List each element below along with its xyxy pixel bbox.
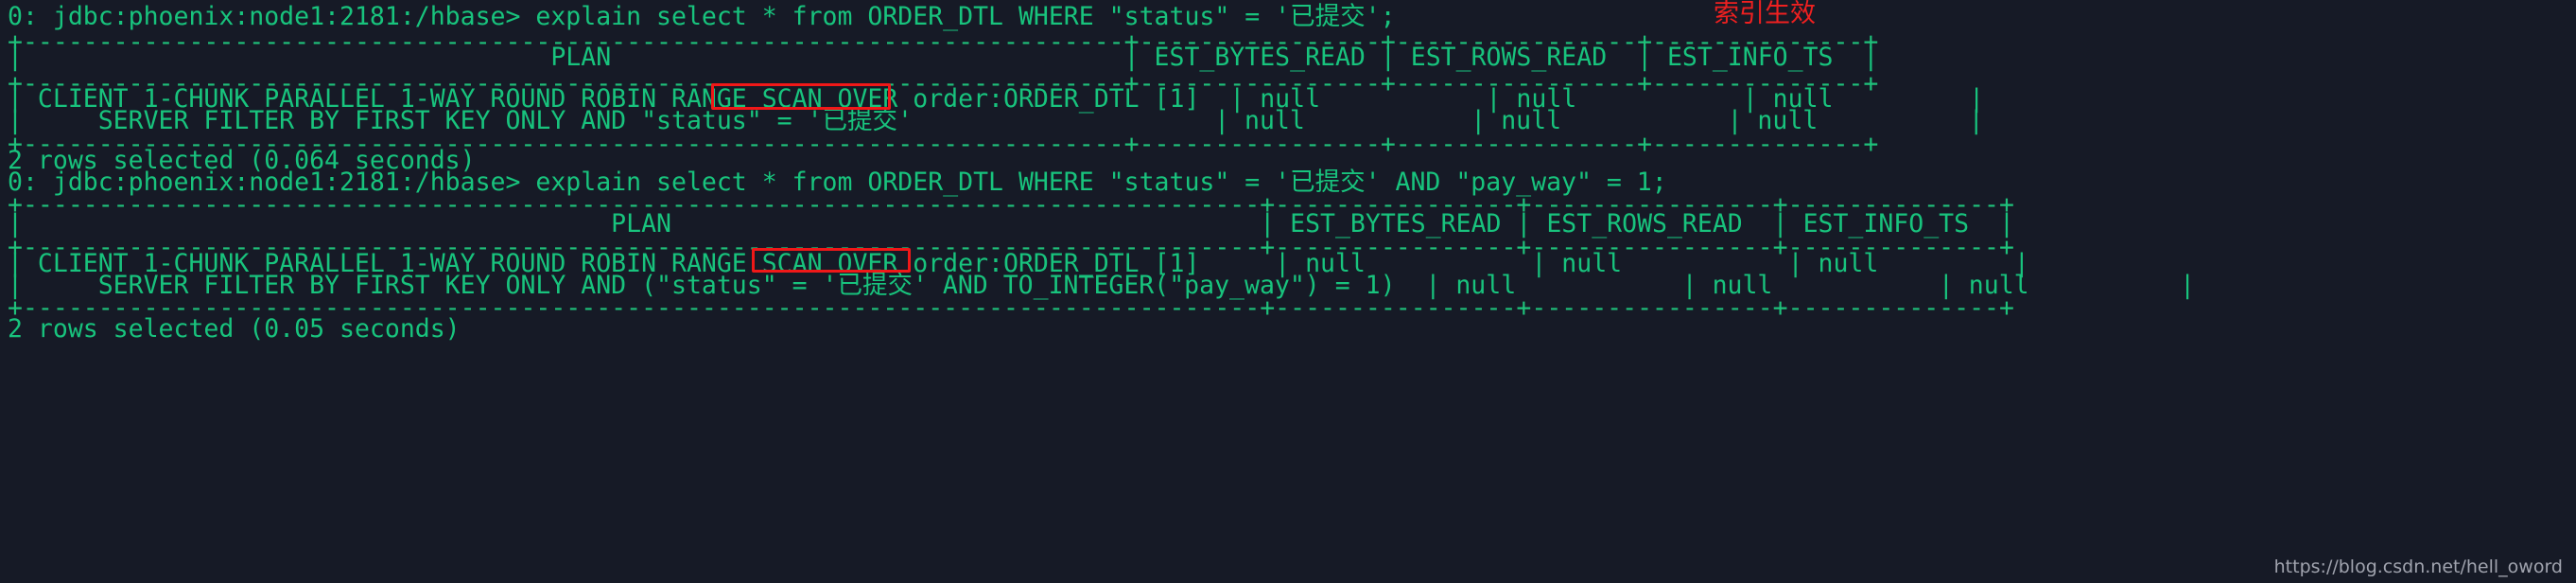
terminal-window[interactable]: 0: jdbc:phoenix:node1:2181:/hbase> expla… xyxy=(0,0,2576,583)
watermark: https://blog.csdn.net/hell_oword xyxy=(2273,556,2563,577)
annotation-index-effective: 索引生效 xyxy=(1714,0,1816,28)
result-line-2: 2 rows selected (0.05 seconds) xyxy=(8,314,461,344)
